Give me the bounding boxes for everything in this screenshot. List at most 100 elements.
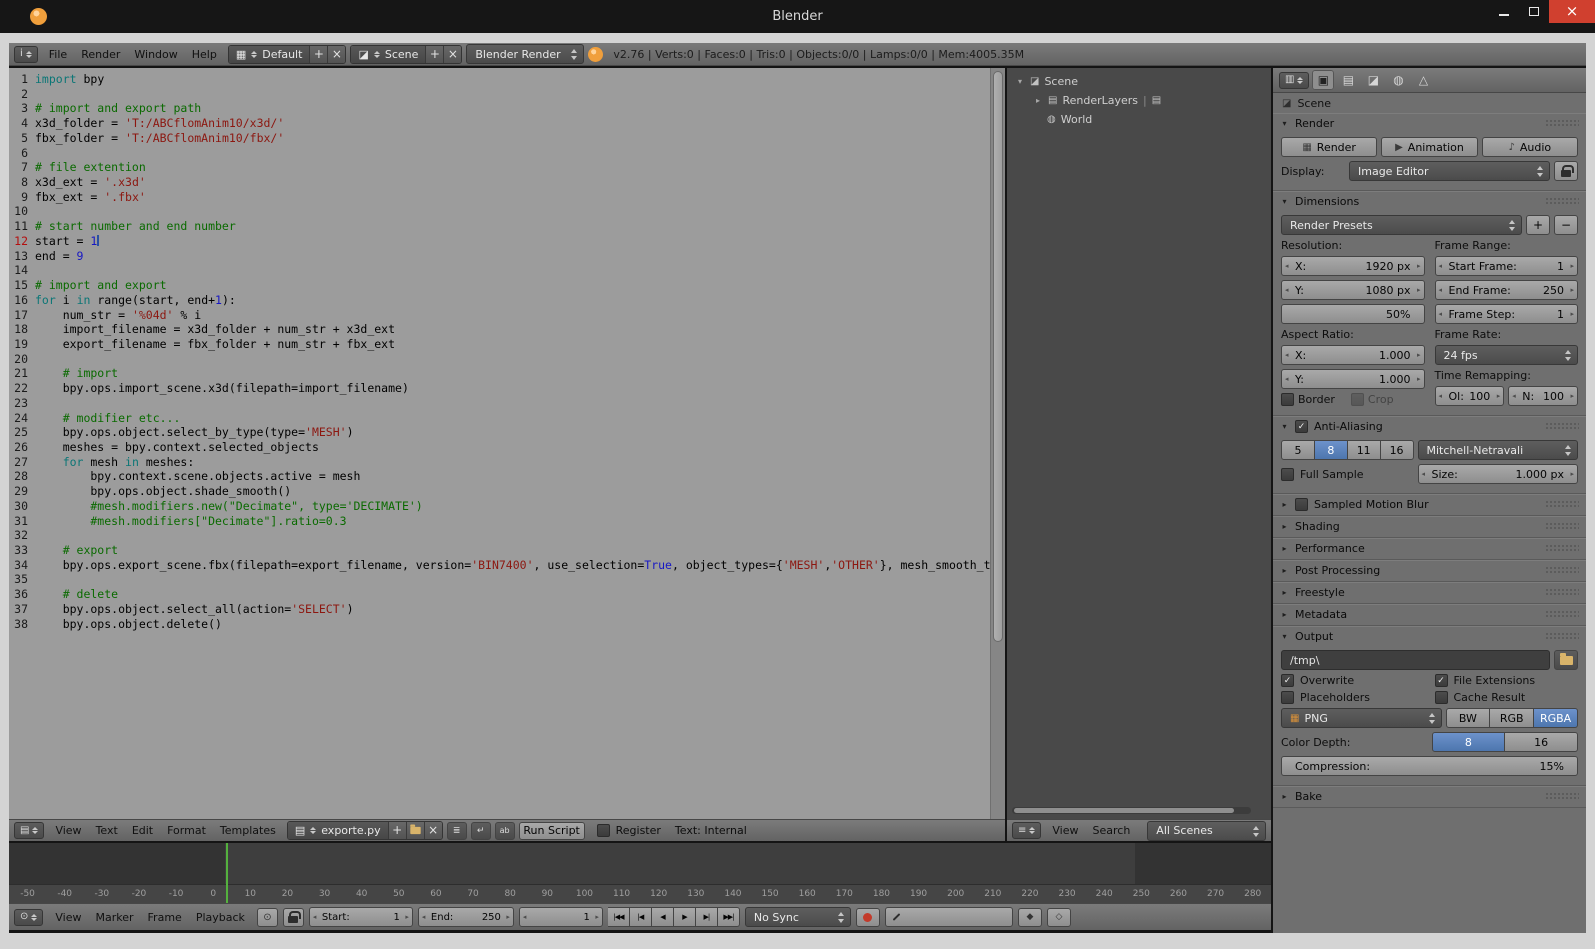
menu-item[interactable]: Window	[127, 48, 184, 61]
add-scene-button[interactable]	[425, 45, 444, 63]
syntax-highlight-toggle-button[interactable]: ab	[494, 821, 515, 840]
maximize-button[interactable]	[1519, 0, 1549, 23]
panel-header-anti-aliasing[interactable]: Anti-Aliasing	[1273, 416, 1586, 437]
channel-bw[interactable]: BW	[1445, 708, 1491, 728]
panel-header[interactable]: Freestyle	[1273, 582, 1586, 603]
run-script-button[interactable]: Run Script	[518, 821, 585, 840]
tab-object[interactable]: △	[1412, 70, 1434, 90]
animation-button[interactable]: ▶ Animation	[1381, 137, 1478, 157]
delete-keyframe-button[interactable]: ◇	[1046, 907, 1071, 927]
outliner-filter-select[interactable]: All Scenes	[1147, 820, 1266, 841]
lock-time-button[interactable]	[282, 907, 304, 927]
file-format-select[interactable]: ▦ PNG	[1281, 708, 1442, 728]
scrollbar-thumb[interactable]	[1014, 808, 1234, 813]
panel-header[interactable]: Performance	[1273, 538, 1586, 559]
outliner-item-world[interactable]: ◍ World	[1007, 110, 1271, 129]
outliner-item-scene[interactable]: ▾ ◪ Scene	[1007, 72, 1271, 91]
menu-item[interactable]: View	[1045, 824, 1085, 837]
tab-render[interactable]: ▣	[1312, 70, 1335, 90]
border-checkbox[interactable]	[1281, 393, 1294, 406]
auto-keyframe-button[interactable]	[855, 907, 880, 927]
playback-button[interactable]: |◀	[629, 907, 652, 927]
menu-item[interactable]: View	[48, 911, 88, 924]
line-numbers-toggle-button[interactable]: ≣	[446, 821, 467, 840]
panel-header-sampled-motion-blur[interactable]: Sampled Motion Blur	[1273, 494, 1586, 515]
depth-16[interactable]: 16	[1505, 732, 1578, 752]
frame-step-field[interactable]: Frame Step:1	[1434, 304, 1578, 324]
crop-checkbox[interactable]	[1350, 393, 1364, 406]
full-sample-checkbox[interactable]	[1281, 467, 1294, 481]
channel-rgb[interactable]: RGB	[1490, 708, 1535, 728]
menu-item[interactable]: Help	[185, 48, 224, 61]
panel-header[interactable]: Shading	[1273, 516, 1586, 537]
resolution-x-field[interactable]: X:1920 px	[1281, 256, 1425, 276]
menu-item[interactable]: Render	[74, 48, 127, 61]
add-layout-button[interactable]	[309, 45, 328, 63]
aa-samples-16[interactable]: 16	[1380, 440, 1414, 460]
file-extensions-checkbox[interactable]	[1434, 674, 1448, 687]
playback-button[interactable]: ▶	[673, 907, 696, 927]
open-output-folder-button[interactable]	[1554, 650, 1578, 670]
channel-rgba[interactable]: RGBA	[1534, 708, 1578, 728]
playback-button[interactable]: ▶▶|	[717, 907, 740, 927]
scene-browse[interactable]: ◪ Scene	[351, 45, 426, 63]
delete-layout-button[interactable]	[327, 45, 346, 63]
panel-header-render[interactable]: Render	[1273, 113, 1586, 134]
delete-scene-button[interactable]	[443, 45, 462, 63]
aa-samples-5[interactable]: 5	[1281, 440, 1315, 460]
output-path-field[interactable]: /tmp\	[1281, 650, 1550, 670]
current-frame-marker[interactable]	[226, 843, 228, 903]
aspect-x-field[interactable]: X:1.000	[1281, 345, 1425, 365]
display-select[interactable]: Image Editor	[1349, 161, 1550, 181]
word-wrap-toggle-button[interactable]: ↵	[470, 821, 491, 840]
scrollbar-thumb[interactable]	[993, 71, 1003, 642]
placeholders-checkbox[interactable]	[1281, 691, 1294, 704]
render-button[interactable]: ▦ Render	[1281, 137, 1378, 157]
screen-layout-name[interactable]: Default	[262, 48, 302, 61]
screen-layout-browse[interactable]: ▦ Default	[228, 45, 310, 63]
aspect-y-field[interactable]: Y:1.000	[1281, 369, 1425, 389]
text-filename[interactable]: exporte.py	[321, 824, 380, 837]
menu-item[interactable]: Playback	[189, 911, 252, 924]
menu-item[interactable]: View	[48, 824, 88, 837]
menu-item[interactable]: Frame	[141, 911, 189, 924]
text-browse[interactable]: ▤ exporte.py	[287, 822, 388, 839]
motion-blur-checkbox[interactable]	[1295, 498, 1308, 511]
menu-item[interactable]: Templates	[213, 824, 283, 837]
text-editor-scrollbar[interactable]	[990, 68, 1005, 819]
playback-button[interactable]: ◀	[651, 907, 674, 927]
aa-samples-8[interactable]: 8	[1314, 440, 1348, 460]
renderability-toggle-icon[interactable]: ▤	[1152, 95, 1161, 106]
open-text-button[interactable]	[405, 822, 424, 839]
preview-range-button[interactable]: ⊙	[256, 907, 278, 927]
menu-item[interactable]: File	[42, 48, 74, 61]
timeline-editor-type-button[interactable]: ⊙	[14, 908, 44, 926]
frame-rate-select[interactable]: 24 fps	[1434, 345, 1578, 365]
new-text-button[interactable]	[387, 822, 406, 839]
menu-item[interactable]: Marker	[89, 911, 141, 924]
resolution-y-field[interactable]: Y:1080 px	[1281, 280, 1425, 300]
info-editor-type-button[interactable]: i	[14, 45, 38, 63]
current-frame-field[interactable]: 1	[518, 907, 603, 927]
panel-header[interactable]: Post Processing	[1273, 560, 1586, 581]
outliner-editor-type-button[interactable]: ≡	[1012, 822, 1042, 839]
remove-preset-button[interactable]	[1554, 215, 1578, 235]
expand-icon[interactable]: ▸	[1033, 96, 1043, 105]
resolution-scale-slider[interactable]: 50%	[1281, 304, 1425, 324]
outliner-hscrollbar[interactable]	[1012, 807, 1251, 814]
tab-scene[interactable]: ◪	[1362, 70, 1384, 90]
panel-header[interactable]: Metadata	[1273, 604, 1586, 625]
keying-set-field[interactable]	[884, 907, 1013, 927]
end-frame-field[interactable]: End: 250	[417, 907, 514, 927]
text-editor-type-button[interactable]: ▤	[14, 822, 45, 839]
tab-world[interactable]: ◍	[1387, 70, 1409, 90]
menu-item[interactable]: Search	[1086, 824, 1138, 837]
menu-item[interactable]: Text	[89, 824, 125, 837]
start-frame-field[interactable]: Start: 1	[308, 907, 413, 927]
overwrite-checkbox[interactable]	[1281, 674, 1294, 687]
time-remap-new-field[interactable]: N:100	[1508, 386, 1578, 406]
start-frame-field[interactable]: Start Frame:1	[1434, 256, 1578, 276]
panel-header-output[interactable]: Output	[1273, 626, 1586, 647]
minimize-button[interactable]	[1489, 0, 1519, 23]
sync-mode-select[interactable]: No Sync	[744, 907, 851, 927]
